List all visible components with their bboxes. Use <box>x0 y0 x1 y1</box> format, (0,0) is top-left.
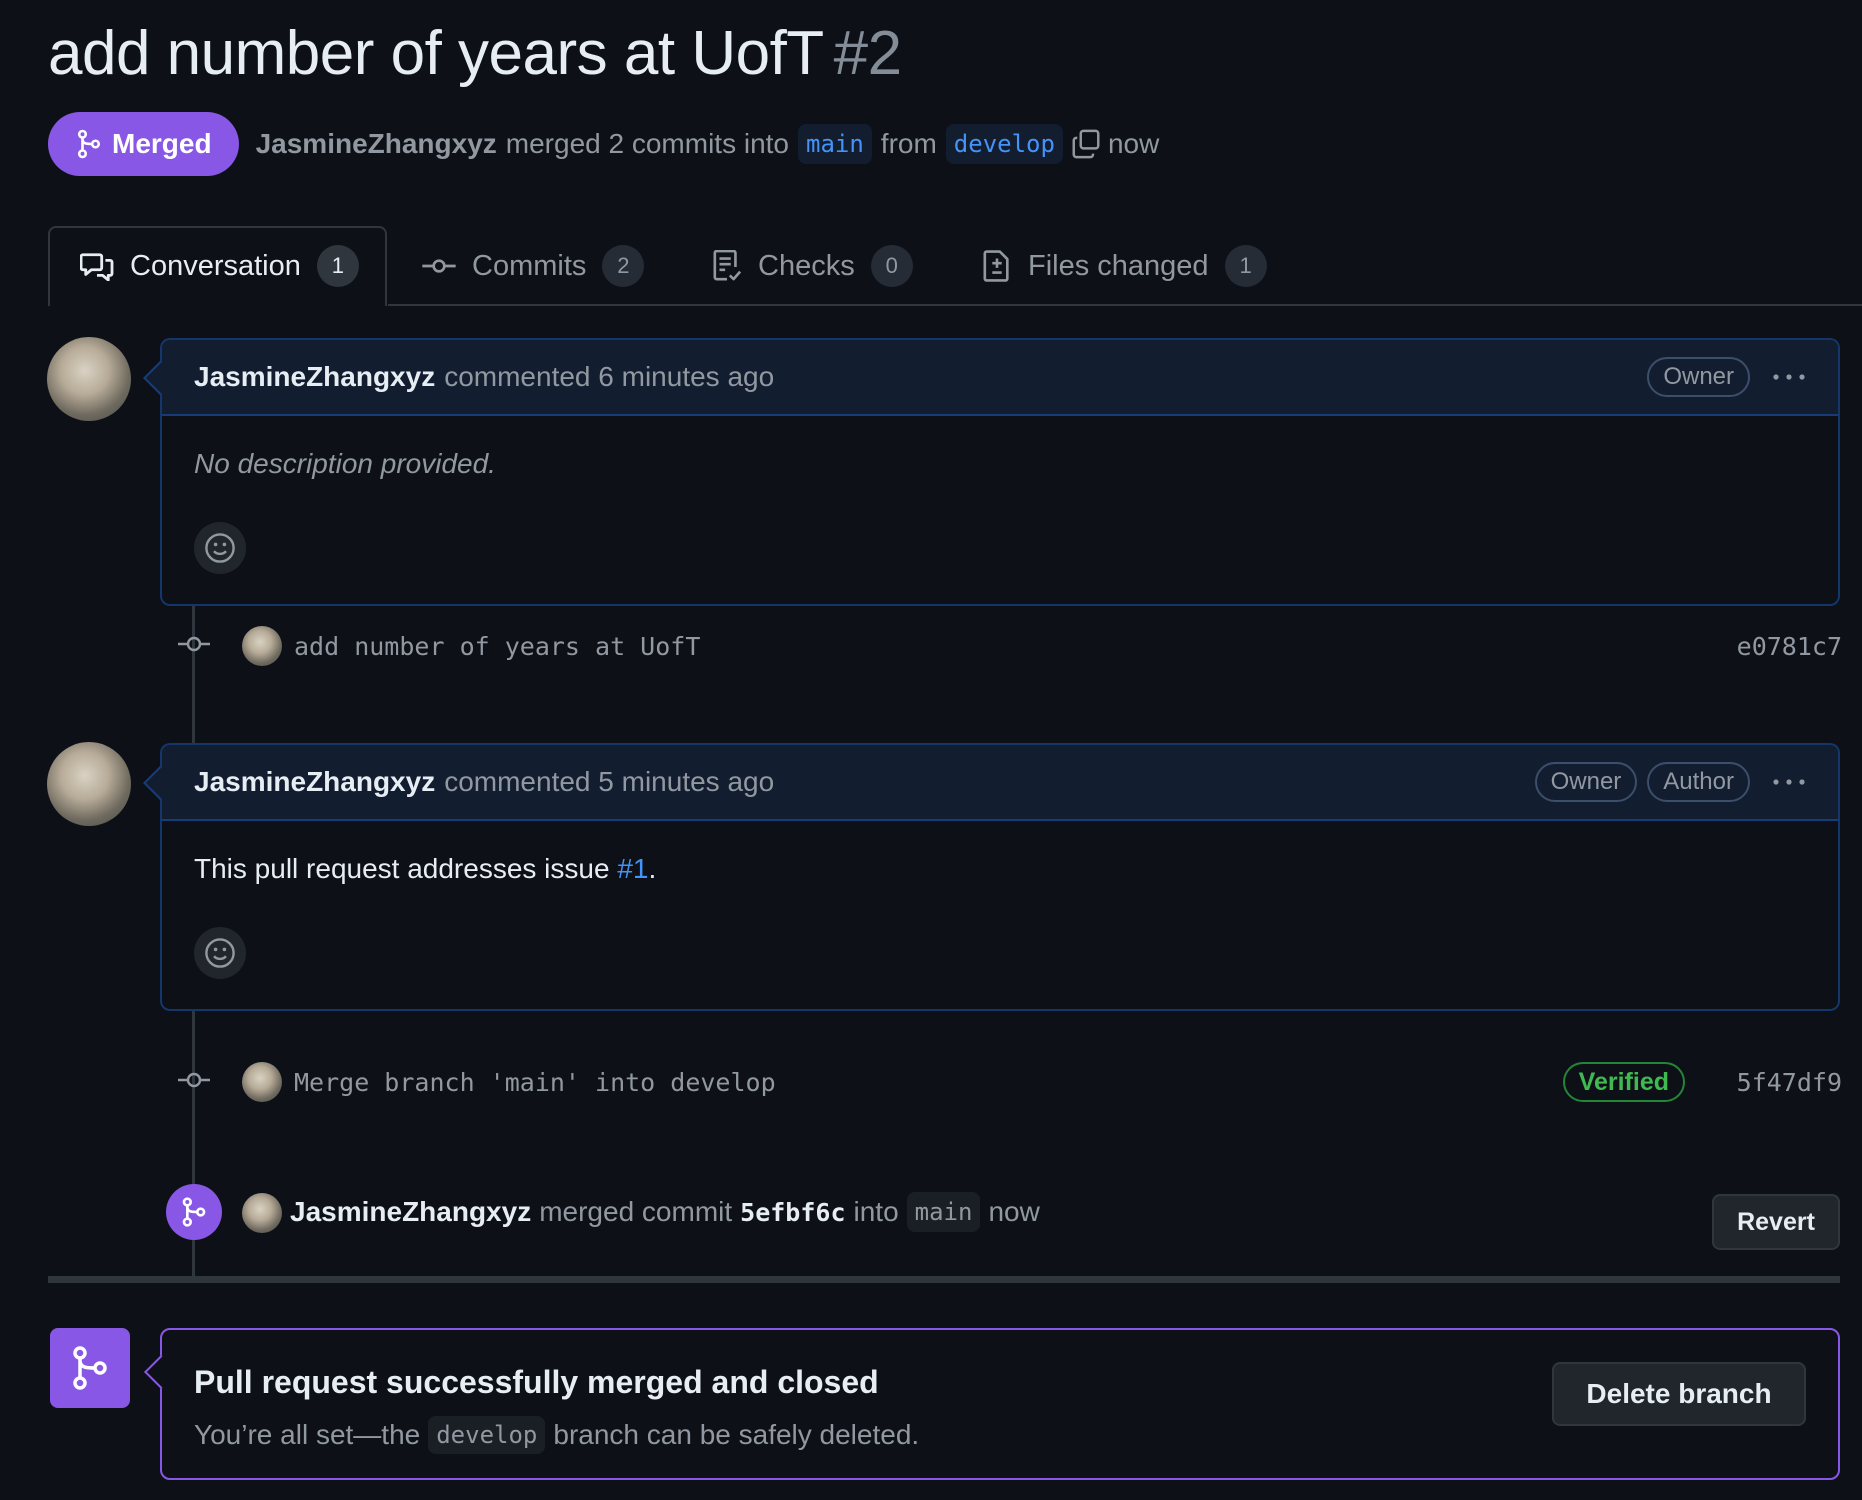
smiley-icon[interactable] <box>194 522 246 574</box>
tab-label: Checks <box>758 249 855 282</box>
commit-row: Merge branch 'main' into develop Verifie… <box>170 1057 1842 1107</box>
timeline-divider <box>48 1276 1840 1283</box>
tab-counter: 2 <box>602 245 645 287</box>
git-merge-icon <box>166 1184 222 1240</box>
merge-status-prefix: You’re all set—the <box>194 1419 421 1450</box>
merge-target-branch[interactable]: main <box>906 1192 981 1232</box>
git-commit-icon <box>176 1068 212 1092</box>
issue-link[interactable]: #1 <box>617 853 648 884</box>
tab-counter: 1 <box>1224 245 1267 287</box>
tabs-underline <box>388 304 1862 306</box>
commit-message[interactable]: add number of years at UofT <box>294 632 700 661</box>
kebab-horizontal-icon[interactable] <box>1772 372 1806 382</box>
comment-header: JasmineZhangxyz commented 5 minutes ago … <box>162 745 1838 821</box>
comment-author[interactable]: JasmineZhangxyz <box>194 766 435 798</box>
merge-status-suffix: branch can be safely deleted. <box>553 1419 920 1450</box>
avatar[interactable] <box>242 1193 282 1233</box>
merge-box-pointer <box>144 1355 178 1389</box>
merge-text: merged commit <box>539 1196 733 1227</box>
git-commit-icon <box>422 256 456 276</box>
head-branch[interactable]: develop <box>945 124 1063 164</box>
merged-branch: develop <box>428 1416 546 1454</box>
merge-author[interactable]: JasmineZhangxyz <box>290 1196 531 1228</box>
smiley-icon[interactable] <box>194 927 246 979</box>
tab-conversation[interactable]: Conversation 1 <box>80 238 359 294</box>
tab-counter: 0 <box>870 245 913 287</box>
tab-label: Commits <box>472 249 587 282</box>
avatar[interactable] <box>242 626 282 666</box>
merge-status-heading: Pull request successfully merged and clo… <box>194 1364 879 1400</box>
git-merge-icon <box>50 1328 130 1408</box>
revert-button[interactable]: Revert <box>1712 1194 1840 1250</box>
state-label: Merged <box>112 128 212 159</box>
commit-message[interactable]: Merge branch 'main' into develop <box>294 1068 776 1097</box>
comment-time[interactable]: commented 6 minutes ago <box>444 361 774 393</box>
pr-meta: Merged JasmineZhangxyz merged 2 commits … <box>48 112 1159 176</box>
role-badge-owner: Owner <box>1534 762 1638 802</box>
into-text: into <box>853 1196 899 1227</box>
tab-label: Conversation <box>130 249 301 282</box>
verified-badge[interactable]: Verified <box>1562 1062 1685 1102</box>
copy-icon[interactable] <box>1072 129 1100 159</box>
comment-card: JasmineZhangxyz commented 6 minutes ago … <box>143 338 1840 606</box>
merge-status-box: Pull request successfully merged and clo… <box>144 1328 1840 1480</box>
tab-files-changed[interactable]: Files changed 1 <box>982 238 1267 294</box>
role-badge-author: Author <box>1647 762 1750 802</box>
commit-sha[interactable]: 5f47df9 <box>1737 1068 1842 1097</box>
merge-time[interactable]: now <box>988 1196 1039 1228</box>
comment-text: No description provided. <box>194 448 496 479</box>
tab-commits[interactable]: Commits 2 <box>422 238 645 294</box>
comment-header: JasmineZhangxyz commented 6 minutes ago … <box>162 340 1838 416</box>
state-badge-merged: Merged <box>48 112 239 176</box>
comment-time[interactable]: commented 5 minutes ago <box>444 766 774 798</box>
delete-branch-button[interactable]: Delete branch <box>1552 1362 1806 1426</box>
pr-author-link[interactable]: JasmineZhangxyz <box>256 128 497 160</box>
pr-title-text: add number of years at UofT <box>48 19 824 88</box>
tab-counter: 1 <box>316 245 359 287</box>
merge-event: JasmineZhangxyz merged commit 5efbf6c in… <box>166 1184 1840 1250</box>
pr-number: #2 <box>833 19 902 88</box>
avatar[interactable] <box>242 1062 282 1102</box>
pr-title: add number of years at UofT #2 <box>48 18 902 89</box>
from-text: from <box>880 128 937 159</box>
role-badge-owner: Owner <box>1647 357 1750 397</box>
base-branch[interactable]: main <box>798 124 872 164</box>
avatar[interactable] <box>47 742 131 826</box>
git-commit-icon <box>176 632 212 656</box>
merge-status-subtext: You’re all set—the develop branch can be… <box>194 1416 919 1454</box>
comment-discussion-icon <box>80 251 114 281</box>
comment-body: This pull request addresses issue #1. <box>162 821 1838 885</box>
merge-event-text: JasmineZhangxyz merged commit 5efbf6c in… <box>290 1192 1040 1232</box>
commit-sha[interactable]: e0781c7 <box>1737 632 1842 661</box>
comment-author[interactable]: JasmineZhangxyz <box>194 361 435 393</box>
avatar[interactable] <box>47 337 131 421</box>
tab-label: Files changed <box>1028 249 1209 282</box>
comment-text-end: . <box>648 853 657 884</box>
merge-commit-sha[interactable]: 5efbf6c <box>740 1198 845 1227</box>
file-diff-icon <box>982 250 1012 282</box>
comment-card: JasmineZhangxyz commented 5 minutes ago … <box>143 743 1840 1011</box>
pr-time: now <box>1107 128 1160 159</box>
checklist-icon <box>712 250 742 282</box>
kebab-horizontal-icon[interactable] <box>1772 777 1806 787</box>
comment-text: This pull request addresses issue <box>194 853 618 884</box>
git-merge-icon <box>76 129 102 159</box>
merged-text: merged 2 commits into <box>505 128 789 159</box>
tab-checks[interactable]: Checks 0 <box>712 238 913 294</box>
commit-row: add number of years at UofT e0781c7 <box>170 621 1842 671</box>
comment-body: No description provided. <box>162 416 1838 480</box>
